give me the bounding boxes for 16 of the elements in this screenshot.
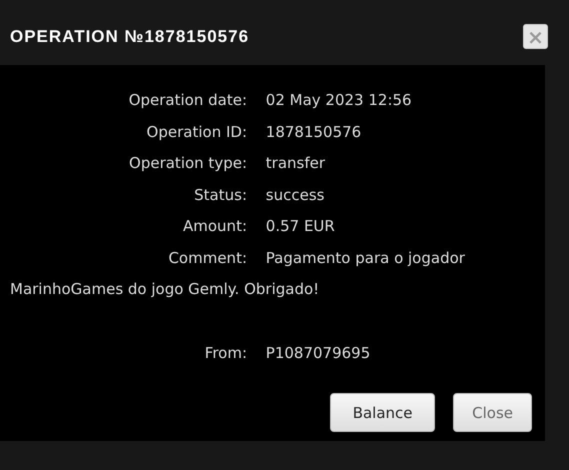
field-label: Amount:: [182, 216, 247, 237]
field-label: Operation type:: [128, 153, 247, 174]
field-value: P1087079695: [266, 344, 370, 362]
field-value: 02 May 2023 12:56: [266, 91, 412, 109]
comment-text: Comment: Pagamento para o jogador MarinhoGames do jogo Gemly. Obrigado!: [10, 248, 466, 300]
field-label: Operation ID:: [146, 122, 247, 142]
dialog-title: OPERATION №1878150576: [10, 26, 250, 46]
field-label: Status:: [193, 184, 247, 206]
field-label: Operation date:: [128, 90, 247, 111]
field-value: 0.57 EUR: [266, 217, 335, 235]
field-value: success: [266, 186, 324, 204]
field-value: 1878150576: [266, 122, 362, 140]
field-label: From:: [204, 342, 247, 364]
balance-button[interactable]: Balance: [330, 393, 436, 432]
close-button[interactable]: Close: [453, 393, 532, 432]
field-value: transfer: [266, 154, 326, 172]
